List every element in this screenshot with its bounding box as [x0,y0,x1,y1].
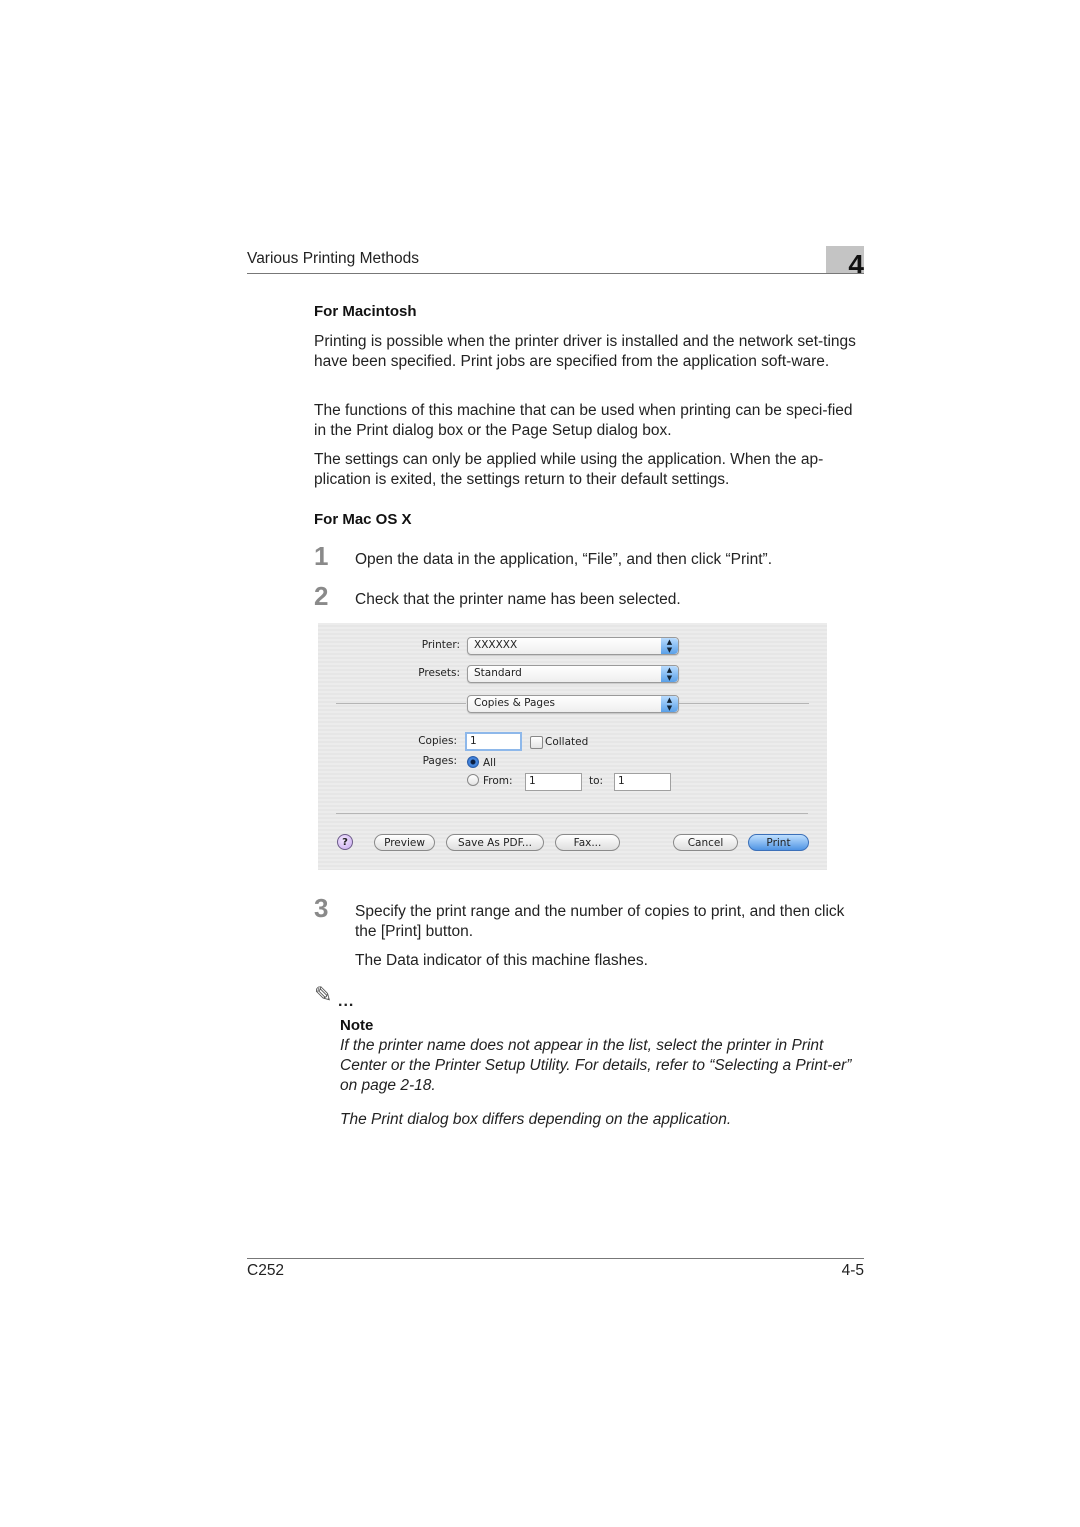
note-dots: ... [338,993,355,1010]
pages-to-label: to: [589,775,604,787]
panel-divider-right [679,703,809,704]
footer-model: C252 [247,1262,285,1279]
chapter-number: 4 [848,249,864,280]
stepper-arrows-icon: ▲ ▼ [661,638,678,654]
step-number: 2 [314,581,329,611]
pages-label: Pages: [422,755,457,767]
presets-value: Standard [474,667,522,679]
footer-page-number: 4-5 [841,1262,864,1279]
step-text: Specify the print range and the number o… [355,903,845,940]
footer-divider [247,1258,864,1259]
panel-popup[interactable]: Copies & Pages ▲ ▼ [467,695,679,713]
running-header-title: Various Printing Methods [247,250,420,267]
preview-button[interactable]: Preview [374,834,435,851]
stepper-arrows-icon: ▲ ▼ [661,666,678,682]
pages-all-radio[interactable] [467,756,479,768]
panel-divider-left [336,703,466,704]
note-label: Note [340,1017,374,1034]
note-paragraph: If the printer name does not appear in t… [340,1037,852,1094]
printer-value: XXXXXX [474,639,518,651]
paragraph: The settings can only be applied while u… [314,451,824,488]
fax-button[interactable]: Fax... [555,834,620,851]
print-button[interactable]: Print [748,834,809,851]
step-number: 1 [314,541,329,571]
print-dialog: Printer: XXXXXX ▲ ▼ Presets: Standard ▲ ▼ … [318,623,827,870]
copies-field[interactable]: 1 [465,732,522,751]
pages-from-radio[interactable] [467,774,479,786]
printer-label: Printer: [421,639,460,651]
printer-popup[interactable]: XXXXXX ▲ ▼ [467,637,679,655]
presets-popup[interactable]: Standard ▲ ▼ [467,665,679,683]
step-number: 3 [314,893,329,923]
pages-to-field[interactable]: 1 [614,773,671,791]
presets-label: Presets: [418,667,460,679]
step-result: The Data indicator of this machine flash… [355,952,648,969]
stepper-arrows-icon: ▲ ▼ [661,696,678,712]
step-text: Check that the printer name has been sel… [355,591,681,608]
cancel-button[interactable]: Cancel [673,834,738,851]
help-button[interactable]: ? [337,834,353,850]
paragraph: Printing is possible when the printer dr… [314,333,856,370]
collated-checkbox[interactable] [530,736,543,749]
copies-label: Copies: [418,735,457,747]
panel-value: Copies & Pages [474,697,556,709]
button-bar-divider [336,813,808,814]
step-text: Open the data in the application, “File”… [355,551,772,568]
pencil-note-icon: ✎ [314,982,333,1007]
subsection-heading: For Mac OS X [314,511,412,528]
save-as-pdf-button[interactable]: Save As PDF... [446,834,544,851]
collated-label: Collated [545,736,589,748]
pages-all-label: All [483,757,497,769]
section-heading: For Macintosh [314,303,417,320]
note-paragraph: The Print dialog box differs depending o… [340,1111,732,1128]
pages-from-field[interactable]: 1 [525,773,582,791]
header-divider [247,273,864,274]
paragraph: The functions of this machine that can b… [314,402,853,439]
pages-from-label: From: [483,775,513,787]
